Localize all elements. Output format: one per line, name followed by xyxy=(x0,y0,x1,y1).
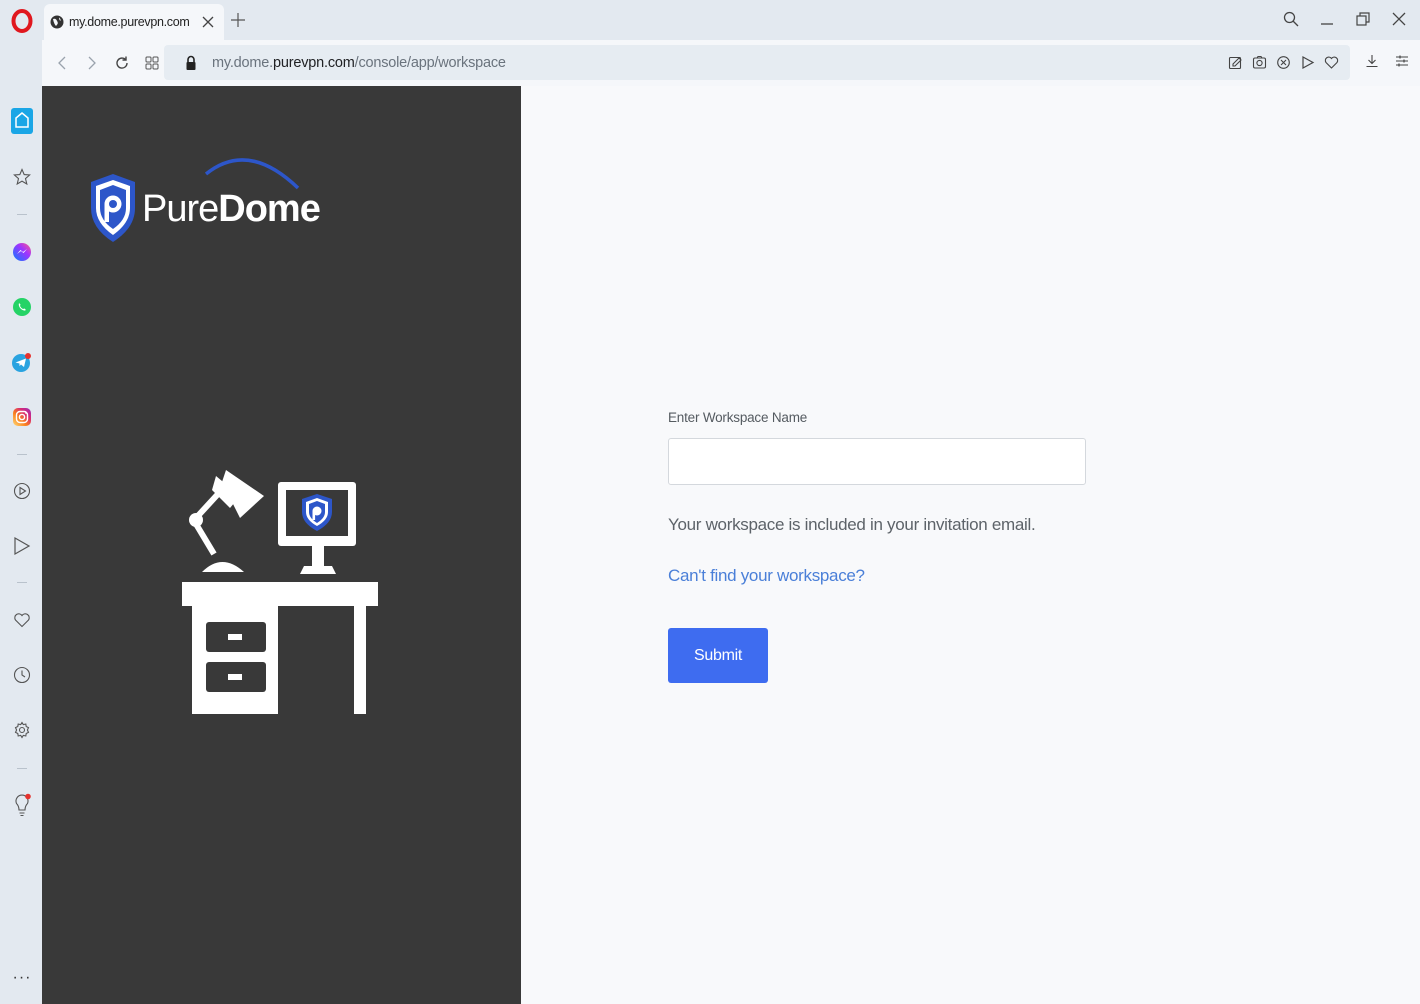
sidebar-separator xyxy=(17,454,27,455)
sidebar-bookmarks-icon[interactable] xyxy=(9,164,35,190)
workspace-name-input[interactable] xyxy=(668,438,1086,485)
bookmark-heart-icon[interactable] xyxy=(1322,53,1340,71)
close-window-icon[interactable] xyxy=(1388,8,1410,30)
tab-title: my.dome.purevpn.com xyxy=(69,15,190,29)
url-prefix: my.dome. xyxy=(212,54,273,71)
sidebar-home-icon[interactable] xyxy=(9,108,35,134)
new-tab-icon[interactable] xyxy=(228,10,248,30)
snapshot-icon[interactable] xyxy=(1250,53,1268,71)
address-bar[interactable]: my.dome.purevpn.com/console/app/workspac… xyxy=(164,45,1350,80)
url-text: my.dome.purevpn.com/console/app/workspac… xyxy=(212,55,506,71)
desk-illustration-icon xyxy=(182,470,378,714)
browser-sidebar: ··· xyxy=(0,86,42,1004)
cant-find-workspace-link[interactable]: Can't find your workspace? xyxy=(668,566,865,586)
flow-icon[interactable] xyxy=(9,533,35,559)
brand-name-regular: Pure xyxy=(142,188,219,230)
workspace-name-label: Enter Workspace Name xyxy=(668,410,808,425)
browser-window: my.dome.purevpn.com my.dome.purevpn.com/… xyxy=(0,0,1420,1004)
pinboard-heart-icon[interactable] xyxy=(9,607,35,633)
sidebar-separator xyxy=(17,582,27,583)
sidebar-more-icon[interactable]: ··· xyxy=(10,970,34,988)
history-clock-icon[interactable] xyxy=(9,662,35,688)
puredome-logo: PureDome xyxy=(88,152,321,252)
opera-menu-icon[interactable] xyxy=(10,9,34,33)
back-icon[interactable] xyxy=(48,49,76,77)
tab-grid-icon[interactable] xyxy=(138,49,166,77)
active-tab[interactable]: my.dome.purevpn.com xyxy=(44,4,224,40)
adblock-icon[interactable] xyxy=(1274,53,1292,71)
invitation-hint: Your workspace is included in your invit… xyxy=(668,515,1036,534)
forward-icon[interactable] xyxy=(78,49,106,77)
close-tab-icon[interactable] xyxy=(198,12,218,32)
messenger-icon[interactable] xyxy=(9,239,35,265)
url-path: /console/app/workspace xyxy=(354,54,506,71)
workspace-form-panel: Enter Workspace Name Your workspace is i… xyxy=(521,86,1420,1004)
lock-icon[interactable] xyxy=(184,55,198,71)
restore-icon[interactable] xyxy=(1352,8,1374,30)
search-tabs-icon[interactable] xyxy=(1280,8,1302,30)
music-player-icon[interactable] xyxy=(9,478,35,504)
sidebar-separator xyxy=(17,768,27,769)
submit-button[interactable]: Submit xyxy=(668,628,768,683)
tips-lightbulb-icon[interactable] xyxy=(9,792,35,818)
url-host: purevpn.com xyxy=(272,54,355,71)
minimize-icon[interactable] xyxy=(1316,8,1338,30)
shield-logo-icon xyxy=(91,174,135,242)
page-content: PureDome Enter Workspace Name Your works… xyxy=(42,86,1420,1004)
download-icon[interactable] xyxy=(1362,51,1382,71)
brand-panel: PureDome xyxy=(42,86,521,1004)
instagram-icon[interactable] xyxy=(9,404,35,430)
sidebar-separator xyxy=(17,214,27,215)
easy-setup-icon[interactable] xyxy=(1226,53,1244,71)
telegram-icon[interactable] xyxy=(9,349,35,375)
tab-bar: my.dome.purevpn.com xyxy=(0,0,1420,40)
workspace-form: Enter Workspace Name Your workspace is i… xyxy=(668,410,1088,683)
player-icon[interactable] xyxy=(1298,53,1316,71)
brand-name: PureDome xyxy=(142,188,321,231)
easy-setup-menu-icon[interactable] xyxy=(1392,51,1412,71)
address-toolbar: my.dome.purevpn.com/console/app/workspac… xyxy=(42,40,1420,86)
window-controls xyxy=(1280,8,1410,30)
globe-icon xyxy=(50,15,64,29)
settings-gear-icon[interactable] xyxy=(9,717,35,743)
brand-name-bold: Dome xyxy=(218,188,321,230)
reload-icon[interactable] xyxy=(108,49,136,77)
whatsapp-icon[interactable] xyxy=(9,294,35,320)
